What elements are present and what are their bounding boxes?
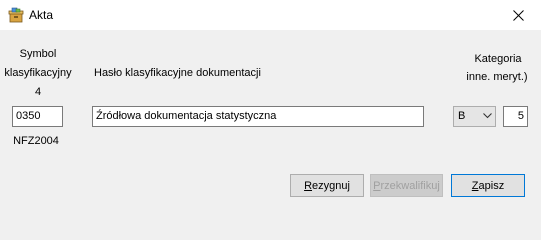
chevron-down-icon xyxy=(483,113,492,119)
zapisz-button[interactable]: Zapisz xyxy=(451,174,525,197)
symbol-label-line1: Symbol xyxy=(19,48,57,60)
rezygnuj-button-accel: R xyxy=(304,179,313,192)
title-bar: Akta xyxy=(0,0,541,30)
haslo-input[interactable]: Źródłowa dokumentacja statystyczna xyxy=(92,106,424,127)
rezygnuj-button[interactable]: Rezygnuj xyxy=(290,174,364,197)
archive-box-icon xyxy=(8,7,24,23)
rezygnuj-button-label: ezygnuj xyxy=(312,179,350,192)
close-icon xyxy=(512,9,524,21)
kategoria-select-value: B xyxy=(458,110,466,122)
przekwalifikuj-button-accel: P xyxy=(373,179,381,192)
close-button[interactable] xyxy=(495,0,541,30)
symbol-input[interactable]: 0350 xyxy=(12,106,63,127)
kategoria-label-line1: Kategoria xyxy=(474,53,522,65)
symbol-label-line2: klasyfikacyjny xyxy=(4,67,72,79)
zapisz-button-label: apisz xyxy=(478,179,505,192)
window-title: Akta xyxy=(29,8,54,22)
symbol-level: 4 xyxy=(34,86,42,98)
zapisz-button-accel: Z xyxy=(471,179,479,192)
kategoria-label-line2: inne. meryt.) xyxy=(466,71,528,83)
kategoria-select[interactable]: B xyxy=(453,106,496,127)
haslo-label: Hasło klasyfikacyjne dokumentacji xyxy=(94,67,261,79)
przekwalifikuj-button-label: rzekwalifikuj xyxy=(380,179,440,192)
years-input[interactable]: 5 xyxy=(503,106,528,127)
przekwalifikuj-button[interactable]: Przekwalifikuj xyxy=(370,174,443,197)
symbol-catalog: NFZ2004 xyxy=(13,135,59,147)
